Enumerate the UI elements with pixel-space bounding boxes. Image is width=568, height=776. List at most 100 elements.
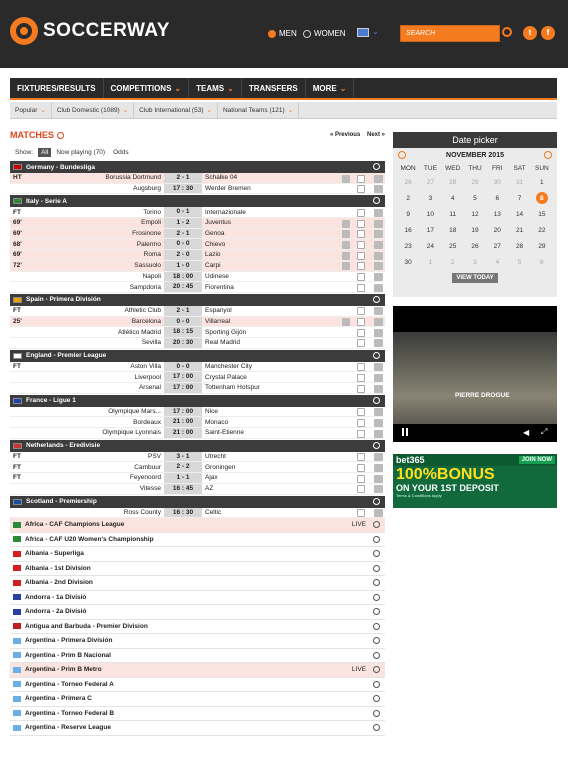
league-row[interactable]: Argentina - Primera C: [10, 692, 385, 707]
away-team[interactable]: Juventus: [202, 219, 302, 226]
league-row[interactable]: Albania - 2nd Division: [10, 576, 385, 591]
video-icon[interactable]: [357, 185, 365, 194]
expand-icon[interactable]: [373, 709, 380, 717]
away-team[interactable]: Villarreal: [202, 318, 302, 325]
away-team[interactable]: Manchester City: [202, 363, 302, 370]
home-team[interactable]: Torino: [55, 209, 164, 216]
calendar-day[interactable]: 18: [442, 222, 464, 238]
expand-icon[interactable]: [373, 497, 380, 505]
home-team[interactable]: Liverpool: [55, 374, 164, 381]
match-row[interactable]: FT Feyenoord 1 - 1 Ajax: [10, 473, 385, 484]
filter-all[interactable]: All: [38, 147, 52, 157]
plus-icon[interactable]: [342, 240, 350, 249]
league-row[interactable]: Africa - CAF U20 Women's Championship: [10, 533, 385, 548]
info-icon[interactable]: [374, 185, 383, 194]
video-icon[interactable]: [357, 429, 365, 438]
home-team[interactable]: Barcelona: [55, 318, 164, 325]
calendar-day[interactable]: 20: [486, 222, 508, 238]
match-row[interactable]: Augsburg 17 : 30 Werder Bremen: [10, 183, 385, 195]
match-score[interactable]: 17 : 00: [164, 383, 202, 393]
expand-icon[interactable]: [373, 441, 380, 449]
home-team[interactable]: Arsenal: [55, 384, 164, 391]
nav-fixtures[interactable]: FIXTURES/RESULTS: [10, 78, 104, 98]
league-row[interactable]: Argentina - Torneo Federal B: [10, 707, 385, 722]
home-team[interactable]: Olympique Mars...: [55, 408, 164, 415]
video-icon[interactable]: [357, 339, 365, 348]
calendar-day[interactable]: 30: [486, 174, 508, 190]
search-icon[interactable]: [502, 27, 512, 37]
info-icon[interactable]: [374, 384, 383, 393]
match-row[interactable]: Liverpool 17 : 00 Crystal Palace: [10, 372, 385, 383]
info-icon[interactable]: [374, 273, 383, 281]
away-team[interactable]: Fiorentina: [202, 284, 302, 291]
match-row[interactable]: FT Torino 0 - 1 Internazionale: [10, 207, 385, 219]
calendar-day[interactable]: 28: [442, 174, 464, 190]
league-row[interactable]: Argentina - Primera División: [10, 634, 385, 649]
expand-icon[interactable]: [373, 680, 380, 688]
home-team[interactable]: Borussia Dortmund: [55, 174, 164, 181]
video-icon[interactable]: [357, 283, 365, 292]
away-team[interactable]: Internazionale: [202, 209, 302, 216]
away-team[interactable]: Genoa: [202, 230, 302, 237]
match-row[interactable]: 69' Empoli 1 - 2 Juventus: [10, 218, 385, 229]
video-icon[interactable]: [357, 219, 365, 228]
away-team[interactable]: Nice: [202, 408, 302, 415]
calendar-day[interactable]: 12: [464, 206, 486, 222]
info-icon[interactable]: [374, 339, 383, 348]
fullscreen-icon[interactable]: ⤢: [541, 427, 547, 437]
video-icon[interactable]: [357, 208, 365, 217]
league-row[interactable]: Africa - CAF Champions League LIVE: [10, 518, 385, 533]
filter-now-playing[interactable]: Now playing (70): [56, 149, 105, 156]
info-icon[interactable]: [374, 251, 383, 260]
video-icon[interactable]: [357, 328, 365, 337]
match-score[interactable]: 21 : 00: [164, 417, 202, 428]
league-row[interactable]: Andorra - 1a Divisió: [10, 591, 385, 606]
info-icon[interactable]: [374, 219, 383, 228]
expand-icon[interactable]: [373, 295, 380, 303]
calendar-day[interactable]: 3: [464, 254, 486, 270]
expand-icon[interactable]: [373, 521, 380, 529]
match-score[interactable]: 17 : 00: [164, 372, 202, 382]
expand-icon[interactable]: [373, 396, 380, 404]
expand-icon[interactable]: [373, 622, 380, 630]
calendar-day[interactable]: 16: [397, 222, 419, 238]
plus-icon[interactable]: [342, 318, 350, 327]
competition-header[interactable]: Netherlands - Eredivisie: [10, 439, 385, 452]
league-row[interactable]: Albania - 1st Division: [10, 562, 385, 577]
match-score[interactable]: 16 : 45: [164, 483, 202, 494]
calendar-day[interactable]: 1: [531, 174, 553, 190]
home-team[interactable]: Ross County: [55, 509, 164, 516]
gender-men-radio[interactable]: MEN: [268, 29, 297, 38]
video-icon[interactable]: [357, 251, 365, 260]
match-score[interactable]: 3 - 1: [164, 451, 202, 462]
competition-header[interactable]: Spain - Primera División: [10, 293, 385, 306]
expand-icon[interactable]: [373, 593, 380, 601]
competition-header[interactable]: Scotland - Premiership: [10, 495, 385, 508]
video-icon[interactable]: [357, 363, 365, 372]
facebook-icon[interactable]: f: [541, 26, 555, 40]
home-team[interactable]: Bordeaux: [55, 419, 164, 426]
home-team[interactable]: Aston Villa: [55, 363, 164, 370]
ad-join-button[interactable]: JOIN NOW: [518, 456, 555, 464]
match-score[interactable]: 1 - 2: [164, 218, 202, 228]
away-team[interactable]: Lazio: [202, 251, 302, 258]
league-row[interactable]: Argentina - Reserve League: [10, 721, 385, 736]
calendar-day[interactable]: 10: [419, 206, 441, 222]
info-icon[interactable]: [374, 318, 383, 327]
home-team[interactable]: Empoli: [55, 219, 164, 226]
calendar-day[interactable]: 2: [397, 190, 419, 206]
calendar-day[interactable]: 19: [464, 222, 486, 238]
language-flag-icon[interactable]: [357, 28, 369, 37]
info-icon[interactable]: [374, 328, 383, 337]
plus-icon[interactable]: [342, 262, 350, 271]
league-row[interactable]: Argentina - Torneo Federal A: [10, 678, 385, 693]
home-team[interactable]: Cambuur: [55, 464, 164, 471]
competition-header[interactable]: Italy - Serie A: [10, 195, 385, 208]
away-team[interactable]: Carpi: [202, 262, 302, 269]
info-icon[interactable]: [374, 485, 383, 494]
refresh-icon[interactable]: [56, 132, 64, 140]
match-score[interactable]: 2 - 1: [164, 228, 202, 239]
chevron-down-icon[interactable]: ⌄: [372, 27, 379, 36]
previous-link[interactable]: « Previous: [330, 132, 360, 138]
match-score[interactable]: 2 - 1: [164, 305, 202, 316]
